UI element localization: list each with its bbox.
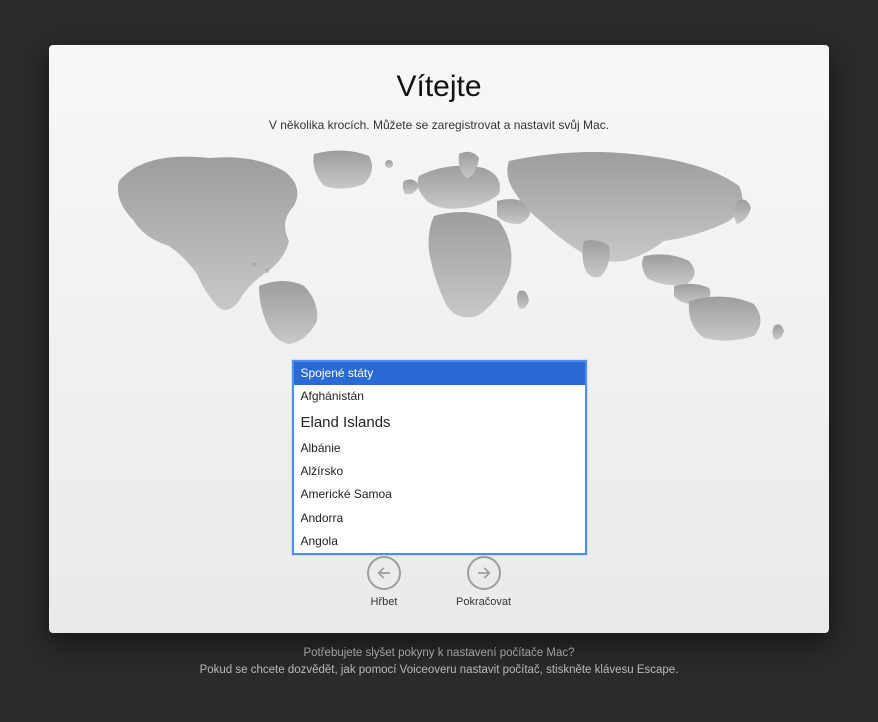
world-map-image — [89, 146, 789, 346]
continue-label: Pokračovat — [456, 596, 511, 608]
voiceover-hint-line2: Pokud se chcete dozvědět, jak pomocí Voi… — [200, 662, 679, 679]
back-button[interactable]: Hřbet — [367, 556, 401, 608]
arrow-left-icon — [367, 556, 401, 590]
welcome-subtitle: V několika krocích. Můžete se zaregistro… — [269, 118, 609, 132]
country-option[interactable]: Spojené státy — [294, 362, 585, 385]
country-option[interactable]: Angola — [294, 530, 585, 553]
country-option[interactable]: Afghánistán — [294, 385, 585, 408]
arrow-right-icon — [467, 556, 501, 590]
country-option[interactable]: Andorra — [294, 507, 585, 530]
voiceover-hint: Potřebujete slyšet pokyny k nastavení po… — [200, 645, 679, 680]
country-option[interactable]: Albánie — [294, 437, 585, 460]
country-listbox[interactable]: Spojené státyAfghánistánEland IslandsAlb… — [292, 360, 587, 555]
country-option[interactable]: Eland Islands — [294, 409, 585, 437]
country-option[interactable]: Americké Samoa — [294, 483, 585, 506]
country-option[interactable]: Alžírsko — [294, 460, 585, 483]
voiceover-hint-line1: Potřebujete slyšet pokyny k nastavení po… — [200, 645, 679, 662]
welcome-title: Vítejte — [396, 70, 481, 104]
navigation-row: Hřbet Pokračovat — [49, 556, 829, 608]
setup-panel: Vítejte V několika krocích. Můžete se za… — [49, 45, 829, 633]
back-label: Hřbet — [371, 596, 398, 608]
continue-button[interactable]: Pokračovat — [456, 556, 511, 608]
